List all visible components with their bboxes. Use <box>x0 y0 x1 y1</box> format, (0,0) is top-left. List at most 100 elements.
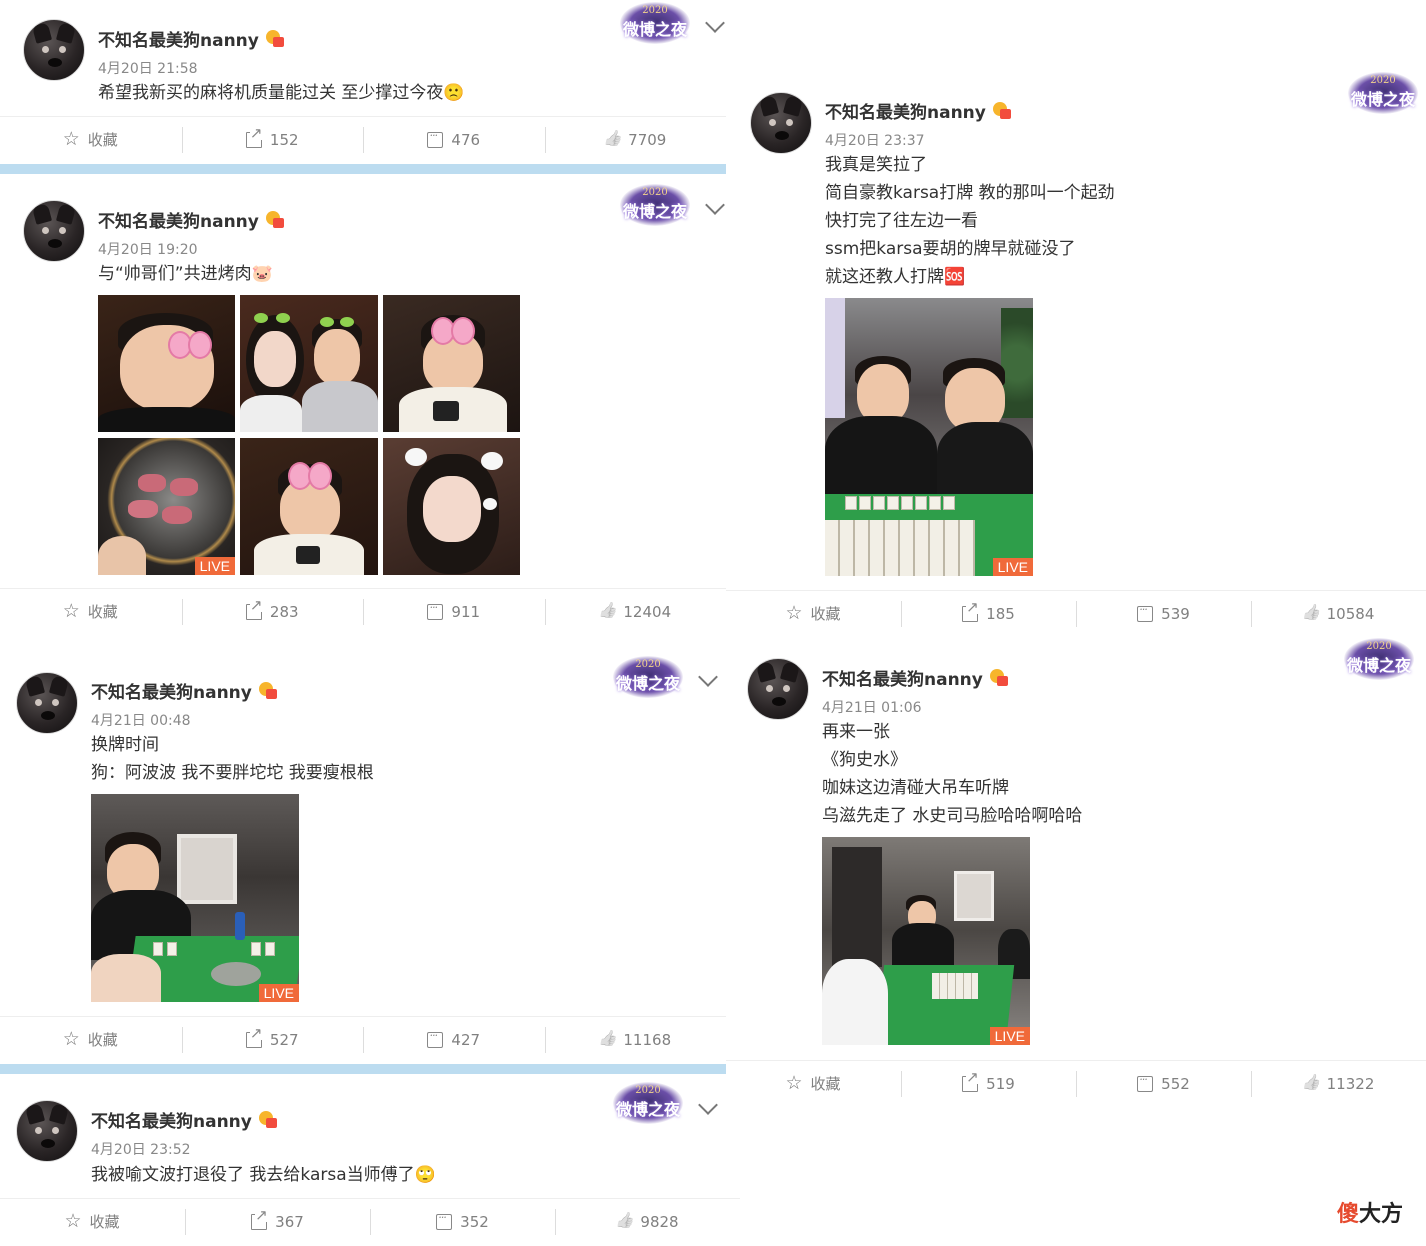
post-photo[interactable] <box>240 438 378 575</box>
post-text-line: 《狗史水》 <box>822 750 907 770</box>
like-button[interactable]: 10584 <box>1251 591 1426 636</box>
post-time[interactable]: 4月20日 21:58 <box>98 58 198 78</box>
comment-button[interactable]: 539 <box>1076 591 1251 636</box>
comment-button[interactable]: 476 <box>363 117 545 162</box>
post-photo[interactable]: LIVE <box>822 837 1030 1045</box>
comment-icon <box>1137 1073 1154 1092</box>
post-text: 希望我新买的麻将机质量能过关 至少撑过今夜🙁 <box>98 79 465 107</box>
weibo-night-badge-icon[interactable]: 2020 微博之夜 <box>620 2 690 44</box>
weibo-night-badge-icon[interactable]: 2020 微博之夜 <box>620 184 690 226</box>
favorite-button[interactable]: 收藏 <box>0 117 182 162</box>
post-photo[interactable] <box>240 295 378 432</box>
post-text-line: 我被喻文波打退役了 我去给karsa当师傅了🙄 <box>91 1165 436 1185</box>
vip-icon <box>258 1111 278 1129</box>
action-bar: 收藏 283 911 12404 <box>0 588 726 634</box>
action-bar: 收藏 185 539 10584 <box>726 590 1426 636</box>
avatar[interactable] <box>23 19 85 81</box>
weibo-night-badge-icon[interactable]: 2020 微博之夜 <box>613 1082 683 1124</box>
share-button[interactable]: 185 <box>901 591 1076 636</box>
favorite-button[interactable]: 收藏 <box>0 1017 182 1062</box>
weibo-post: 不知名最美狗nanny 2020 微博之夜 4月20日 23:37 我真是笑拉了 … <box>726 70 1426 636</box>
post-text: 我被喻文波打退役了 我去给karsa当师傅了🙄 <box>91 1161 436 1189</box>
star-icon <box>63 600 80 622</box>
star-icon <box>785 602 802 624</box>
favorite-button[interactable]: 收藏 <box>0 1199 185 1244</box>
username-link[interactable]: 不知名最美狗nanny <box>825 103 986 123</box>
thumbs-up-icon <box>599 1032 615 1048</box>
post-photo[interactable] <box>383 438 520 575</box>
username-link[interactable]: 不知名最美狗nanny <box>98 31 259 51</box>
comment-icon <box>436 1211 453 1230</box>
post-text-line: 快打完了往左边一看 <box>825 211 978 231</box>
favorite-button[interactable]: 收藏 <box>0 589 182 634</box>
share-button[interactable]: 527 <box>181 1017 364 1062</box>
post-text-line: 换牌时间 <box>91 735 159 755</box>
comment-icon <box>1137 603 1154 622</box>
weibo-post: 不知名最美狗nanny 2020 微博之夜 4月20日 21:58 希望我新买的麻… <box>0 0 726 162</box>
like-button[interactable]: 11168 <box>544 1017 727 1062</box>
weibo-post: 不知名最美狗nanny 2020 微博之夜 4月21日 01:06 再来一张 《狗… <box>726 636 1426 1108</box>
post-text: 换牌时间 狗：阿波波 我不要胖坨坨 我要瘦根根 <box>91 731 374 787</box>
share-button[interactable]: 367 <box>185 1199 370 1244</box>
avatar[interactable] <box>23 200 85 262</box>
post-time[interactable]: 4月20日 23:52 <box>91 1139 191 1159</box>
chevron-down-icon[interactable] <box>705 195 725 215</box>
chevron-down-icon[interactable] <box>698 667 718 687</box>
post-photo[interactable]: LIVE <box>98 438 235 575</box>
post-text: 与“帅哥们”共进烤肉🐷 <box>98 260 273 288</box>
username-link[interactable]: 不知名最美狗nanny <box>822 670 983 690</box>
username-link[interactable]: 不知名最美狗nanny <box>98 212 259 232</box>
site-watermark: 傻大方 <box>1337 1202 1404 1227</box>
share-icon <box>245 125 263 148</box>
post-time[interactable]: 4月21日 00:48 <box>91 710 191 730</box>
chevron-down-icon[interactable] <box>705 13 725 33</box>
comment-button[interactable]: 352 <box>370 1199 555 1244</box>
share-button[interactable]: 152 <box>181 117 364 162</box>
username-link[interactable]: 不知名最美狗nanny <box>91 683 252 703</box>
post-time[interactable]: 4月20日 19:20 <box>98 239 198 259</box>
post-text-line: 与“帅哥们”共进烤肉🐷 <box>98 264 273 284</box>
thumbs-up-icon <box>616 1214 632 1230</box>
star-icon <box>64 1210 81 1232</box>
star-icon <box>63 128 80 150</box>
vip-icon <box>258 682 278 700</box>
post-photo[interactable]: LIVE <box>825 298 1033 576</box>
avatar[interactable] <box>16 1100 78 1162</box>
vip-icon <box>265 211 285 229</box>
post-text-line: 就这还教人打牌🆘 <box>825 267 966 287</box>
thumbs-up-icon <box>1303 606 1319 622</box>
post-text-line: 再来一张 <box>822 722 890 742</box>
favorite-button[interactable]: 收藏 <box>726 1061 901 1106</box>
vip-icon <box>265 30 285 48</box>
like-button[interactable]: 12404 <box>544 589 727 634</box>
comment-icon <box>427 1029 444 1048</box>
comment-button[interactable]: 552 <box>1076 1061 1251 1106</box>
post-text: 再来一张 《狗史水》 咖妹这边清碰大吊车听牌 乌滋先走了 水史司马脸哈哈啊哈哈 <box>822 718 1082 830</box>
avatar[interactable] <box>750 92 812 154</box>
post-photo[interactable]: LIVE <box>91 794 299 1002</box>
favorite-button[interactable]: 收藏 <box>726 591 901 636</box>
post-text: 我真是笑拉了 简自豪教karsa打牌 教的那叫一个起劲 快打完了往左边一看 ss… <box>825 151 1115 291</box>
post-time[interactable]: 4月20日 23:37 <box>825 130 925 150</box>
share-button[interactable]: 283 <box>181 589 364 634</box>
share-button[interactable]: 519 <box>901 1061 1076 1106</box>
star-icon <box>63 1028 80 1050</box>
username-link[interactable]: 不知名最美狗nanny <box>91 1112 252 1132</box>
avatar[interactable] <box>747 658 809 720</box>
weibo-night-badge-icon[interactable]: 2020 微博之夜 <box>613 656 683 698</box>
comment-button[interactable]: 427 <box>363 1017 545 1062</box>
like-button[interactable]: 7709 <box>544 117 727 162</box>
weibo-night-badge-icon[interactable]: 2020 微博之夜 <box>1348 72 1418 114</box>
weibo-post: 不知名最美狗nanny 2020 微博之夜 4月20日 19:20 与“帅哥们”共… <box>0 178 726 634</box>
post-time[interactable]: 4月21日 01:06 <box>822 697 922 717</box>
weibo-night-badge-icon[interactable]: 2020 微博之夜 <box>1344 638 1414 680</box>
chevron-down-icon[interactable] <box>698 1095 718 1115</box>
post-photo[interactable] <box>98 295 235 432</box>
live-badge: LIVE <box>992 558 1033 576</box>
like-button[interactable]: 11322 <box>1251 1061 1426 1106</box>
post-photo[interactable] <box>383 295 520 432</box>
like-button[interactable]: 9828 <box>555 1199 740 1244</box>
vip-icon <box>989 669 1009 687</box>
avatar[interactable] <box>16 672 78 734</box>
comment-button[interactable]: 911 <box>363 589 545 634</box>
